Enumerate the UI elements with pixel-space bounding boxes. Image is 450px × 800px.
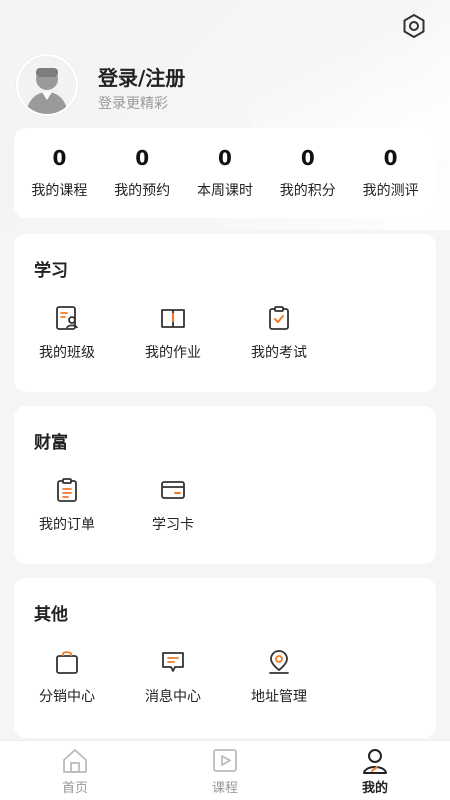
section-study: 学习 我的班级 我的作业 我的考试 bbox=[14, 234, 436, 392]
home-icon bbox=[63, 749, 87, 773]
menu-item-label: 我的作业 bbox=[145, 345, 201, 361]
profile-icon bbox=[363, 749, 387, 774]
menu-item-label: 分销中心 bbox=[39, 689, 95, 705]
gear-icon bbox=[403, 14, 425, 38]
login-title[interactable]: 登录/注册 bbox=[98, 62, 185, 91]
stat-value: 0 bbox=[218, 146, 232, 170]
profile-page: 登录/注册 登录更精彩 0 我的课程 0 我的预约 0 本周课时 0 我的积分 … bbox=[0, 0, 450, 800]
menu-item-message-center[interactable]: 消息中心 bbox=[120, 648, 226, 706]
location-icon bbox=[269, 650, 289, 674]
course-icon bbox=[213, 749, 237, 772]
stat-my-bookings[interactable]: 0 我的预约 bbox=[101, 128, 184, 218]
nav-courses[interactable]: 课程 bbox=[150, 741, 300, 800]
stat-label: 我的积分 bbox=[279, 183, 336, 199]
section-wealth: 财富 我的订单 学习卡 bbox=[14, 406, 436, 564]
nav-mine[interactable]: 我的 bbox=[300, 741, 450, 800]
avatar[interactable] bbox=[16, 54, 78, 116]
stat-my-courses[interactable]: 0 我的课程 bbox=[18, 128, 101, 218]
bottom-navigation: 首页 课程 我的 bbox=[0, 740, 450, 800]
default-avatar-icon bbox=[18, 56, 76, 114]
section-other: 其他 分销中心 消息中心 地址管理 bbox=[14, 578, 436, 738]
class-icon bbox=[56, 306, 78, 330]
section-title: 其他 bbox=[34, 605, 68, 625]
menu-item-label: 地址管理 bbox=[251, 689, 307, 705]
menu-item-label: 学习卡 bbox=[152, 517, 194, 533]
bag-icon bbox=[56, 651, 78, 674]
stat-value: 0 bbox=[135, 146, 150, 170]
stats-card: 0 我的课程 0 我的预约 0 本周课时 0 我的积分 0 我的测评 bbox=[14, 128, 436, 218]
order-icon bbox=[57, 478, 77, 502]
section-title: 财富 bbox=[34, 433, 68, 453]
menu-item-label: 消息中心 bbox=[145, 689, 201, 705]
nav-label: 我的 bbox=[361, 781, 388, 796]
stat-value: 0 bbox=[52, 146, 67, 170]
stat-value: 0 bbox=[300, 146, 315, 170]
menu-item-study-card[interactable]: 学习卡 bbox=[120, 476, 226, 534]
section-title: 学习 bbox=[34, 261, 68, 281]
menu-item-label: 我的班级 bbox=[39, 345, 95, 361]
nav-label: 课程 bbox=[211, 781, 238, 796]
nav-home[interactable]: 首页 bbox=[0, 741, 150, 800]
stat-label: 我的测评 bbox=[362, 183, 419, 199]
card-icon bbox=[161, 481, 185, 499]
stat-label: 我的预约 bbox=[114, 183, 171, 199]
stat-value: 0 bbox=[383, 146, 398, 170]
stat-label: 我的课程 bbox=[31, 183, 88, 199]
stat-my-assessments[interactable]: 0 我的测评 bbox=[349, 128, 432, 218]
nav-label: 首页 bbox=[61, 781, 88, 796]
menu-item-my-homework[interactable]: 我的作业 bbox=[120, 304, 226, 362]
menu-item-my-class[interactable]: 我的班级 bbox=[14, 304, 120, 362]
menu-item-label: 我的考试 bbox=[251, 345, 307, 361]
homework-icon bbox=[161, 309, 185, 328]
menu-item-address-management[interactable]: 地址管理 bbox=[226, 648, 332, 706]
exam-icon bbox=[269, 306, 289, 330]
menu-item-my-exam[interactable]: 我的考试 bbox=[226, 304, 332, 362]
stat-weekly-hours[interactable]: 0 本周课时 bbox=[184, 128, 267, 218]
menu-item-label: 我的订单 bbox=[39, 517, 95, 533]
menu-item-distribution-center[interactable]: 分销中心 bbox=[14, 648, 120, 706]
menu-item-my-orders[interactable]: 我的订单 bbox=[14, 476, 120, 534]
stat-my-points[interactable]: 0 我的积分 bbox=[266, 128, 349, 218]
stat-label: 本周课时 bbox=[196, 183, 253, 199]
message-icon bbox=[162, 652, 184, 672]
login-subtitle: 登录更精彩 bbox=[98, 96, 168, 112]
settings-button[interactable] bbox=[400, 12, 428, 40]
